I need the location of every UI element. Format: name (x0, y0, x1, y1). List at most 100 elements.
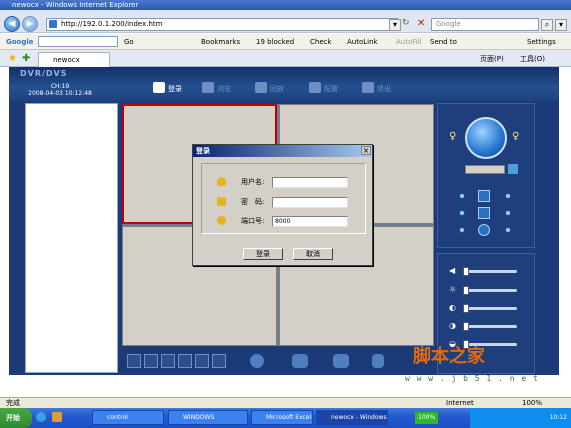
layout-16-icon[interactable] (212, 354, 226, 368)
site-watermark-url: w w w . j b 5 1 . n e t (405, 374, 539, 383)
login-button[interactable]: 登录 (243, 248, 283, 260)
layout-4-icon[interactable] (144, 354, 158, 368)
brightness-slider[interactable] (463, 289, 517, 292)
password-field[interactable] (272, 197, 348, 208)
nav-preview[interactable]: 浏览 (217, 84, 231, 94)
clock: 10:12 (549, 414, 567, 421)
password-label: 密 码: (241, 198, 265, 206)
site-watermark: 脚本之家 (413, 346, 485, 367)
nav-config[interactable]: 配置 (324, 84, 338, 94)
layout-9-icon[interactable] (195, 354, 209, 368)
quicklaunch-folder-icon[interactable] (52, 412, 62, 422)
layout-1-icon[interactable] (127, 354, 141, 368)
app-logo: DVR/DVS (20, 69, 68, 78)
tab-newocx[interactable]: newocx (38, 52, 110, 67)
favorites-star-icon[interactable]: ★ (8, 53, 17, 64)
settings-button[interactable]: Settings (527, 34, 556, 50)
focus-near-button[interactable] (459, 210, 465, 216)
check-button[interactable]: Check (310, 34, 332, 50)
status-bar: 完成 Internet 100% (0, 397, 571, 408)
capture-icon[interactable] (250, 354, 264, 368)
forward-button[interactable]: ▶ (22, 16, 38, 32)
aperture-icon (478, 224, 490, 236)
search-options-icon[interactable]: ▾ (555, 19, 567, 31)
taskbar-item-control[interactable]: control (92, 410, 164, 425)
tools-menu[interactable]: 工具(O) (520, 54, 545, 64)
saturation-slider[interactable] (463, 325, 517, 328)
focus-far-button[interactable] (505, 210, 511, 216)
autofill-button[interactable]: AutoFill (396, 34, 422, 50)
focus-icon (478, 207, 490, 219)
device-tree-panel[interactable] (25, 103, 118, 373)
config-nav-icon (309, 82, 321, 93)
port-label: 端口号: (241, 217, 265, 225)
page-menu[interactable]: 页面(P) (480, 54, 504, 64)
password-icon (217, 197, 226, 206)
zone-label: Internet (446, 399, 474, 407)
url-dropdown-icon[interactable]: ▾ (389, 19, 401, 31)
zoom-out-button[interactable] (505, 193, 511, 199)
nav-login[interactable]: 登录 (168, 84, 182, 94)
close-icon[interactable]: × (361, 146, 371, 155)
iris-close-button[interactable] (505, 227, 511, 233)
stop-icon[interactable]: ✕ (417, 18, 429, 31)
sendto-button[interactable]: Send to (430, 34, 457, 50)
autolink-button[interactable]: AutoLink (347, 34, 378, 50)
window-title: newocx - Windows Internet Explorer (0, 0, 571, 10)
ptz-direction-pad[interactable] (465, 117, 507, 159)
go-button[interactable]: Go (124, 34, 134, 50)
nav-exit[interactable]: 退出 (377, 84, 391, 94)
saturation-slider-handle[interactable] (463, 322, 469, 331)
status-text: 完成 (6, 399, 20, 407)
brightness-slider-handle[interactable] (463, 286, 469, 295)
zoom-level[interactable]: 100% (522, 398, 542, 408)
playback-nav-icon (255, 82, 267, 93)
ptz-speed-field[interactable] (465, 165, 505, 174)
volume-slider-handle[interactable] (463, 267, 469, 276)
record-icon[interactable] (292, 354, 308, 368)
popup-blocked-button[interactable]: 19 blocked (256, 34, 294, 50)
nav-playback[interactable]: 回放 (270, 84, 284, 94)
bookmarks-button[interactable]: Bookmarks (201, 34, 240, 50)
google-toolbar: Google Go Bookmarks 19 blocked Check Aut… (0, 34, 571, 50)
login-dialog-title: 登录 (193, 145, 372, 157)
battery-indicator: 100% (415, 412, 439, 424)
volume-icon: ◀ (449, 266, 456, 275)
layout-6-icon[interactable] (161, 354, 175, 368)
iris-icon[interactable]: ♀ (449, 131, 456, 142)
contrast-slider[interactable] (463, 307, 517, 310)
quicklaunch-ie-icon[interactable] (36, 412, 46, 422)
talk-icon[interactable] (333, 354, 349, 368)
back-button[interactable]: ◀ (4, 16, 20, 32)
audio-icon[interactable] (372, 354, 384, 368)
port-field[interactable]: 8000 (272, 216, 348, 227)
contrast-slider-handle[interactable] (463, 304, 469, 313)
taskbar-item-windows[interactable]: WINDOWS (168, 410, 248, 425)
url-input[interactable]: http://192.0.1.200/index.htm (46, 18, 398, 31)
search-input[interactable]: Google (431, 18, 539, 31)
contrast-icon: ◐ (449, 303, 456, 312)
taskbar-item-excel[interactable]: Microsoft Excel - ... (251, 410, 313, 425)
datetime-label: 2008-04-03 10:12:48 (28, 90, 92, 97)
login-nav-icon (153, 82, 165, 93)
username-field[interactable] (272, 177, 348, 188)
google-search-field[interactable] (38, 36, 118, 47)
zoom-icon (478, 190, 490, 202)
volume-slider[interactable] (463, 270, 517, 273)
ptz-speed-icon[interactable] (508, 164, 518, 174)
zoom-in-button[interactable] (459, 193, 465, 199)
cancel-button[interactable]: 取消 (293, 248, 333, 260)
iris-open-button[interactable] (459, 227, 465, 233)
layout-8-icon[interactable] (178, 354, 192, 368)
preview-nav-icon (202, 82, 214, 93)
search-icon[interactable]: ⌕ (541, 19, 553, 31)
light-icon[interactable]: ♀ (512, 131, 519, 142)
taskbar-item-newocx[interactable]: newocx - Windows ... (316, 410, 388, 425)
username-label: 用户名: (241, 178, 265, 186)
user-icon (217, 177, 226, 186)
start-button[interactable]: 开始 (0, 408, 32, 428)
google-logo: Google (6, 38, 34, 46)
refresh-icon[interactable]: ↻ (402, 18, 414, 31)
add-favorites-icon[interactable]: ✚ (22, 53, 30, 64)
brightness-icon: ☼ (449, 285, 457, 294)
